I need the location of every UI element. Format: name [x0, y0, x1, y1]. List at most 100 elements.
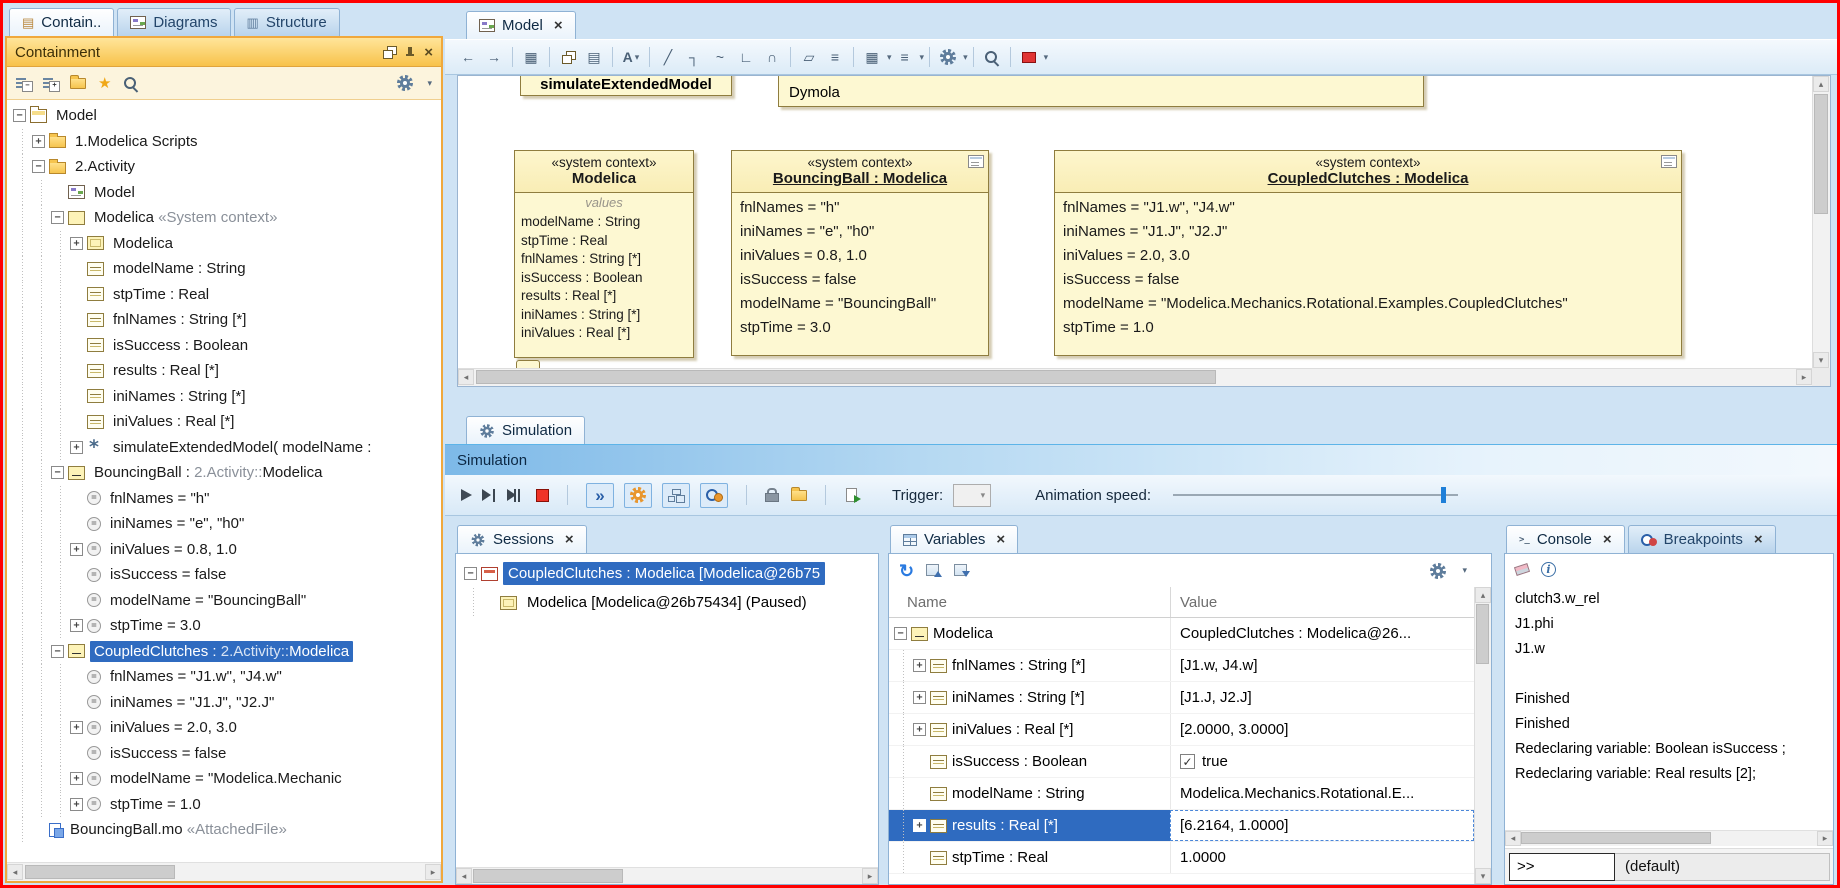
tree-item[interactable]: results : Real [*] [7, 358, 441, 384]
variable-row[interactable]: −ModelicaCoupledClutches : Modelica@26..… [889, 618, 1474, 650]
fast-run-toggle[interactable]: » [586, 483, 614, 508]
arc-style-icon[interactable]: ∩ [759, 45, 785, 70]
tree-item[interactable]: fnlNames : String [*] [7, 307, 441, 333]
tab-console[interactable]: >_ Console × [1506, 525, 1625, 553]
color-swatch-icon[interactable] [1016, 45, 1042, 70]
float-window-icon[interactable] [383, 46, 396, 58]
canvas-vscrollbar[interactable]: ▴ ▾ [1812, 76, 1830, 368]
tree-item[interactable]: iniNames = "e", "h0" [7, 511, 441, 537]
scroll-right-icon[interactable]: ▸ [862, 868, 878, 884]
animation-toggle[interactable] [700, 483, 728, 508]
tree-item[interactable]: +Modelica [7, 231, 441, 257]
tab-structure[interactable]: ▥ Structure [234, 8, 340, 36]
scroll-up-icon[interactable]: ▴ [1475, 587, 1491, 603]
tree-item[interactable]: isSuccess = false [7, 562, 441, 588]
console-output[interactable]: clutch3.w_relJ1.phiJ1.w FinishedFinished… [1505, 587, 1833, 828]
tree-item[interactable]: +1.Modelica Scripts [7, 129, 441, 155]
animation-speed-slider[interactable] [1173, 485, 1458, 505]
tree-item[interactable]: +simulateExtendedModel( modelName : [7, 435, 441, 461]
variable-value-cell[interactable]: [6.2164, 1.0000] [1170, 810, 1474, 841]
shadow-style-icon[interactable]: ▱ [796, 45, 822, 70]
scroll-right-icon[interactable]: ▸ [1796, 369, 1812, 385]
nav-forward-icon[interactable]: → [481, 45, 507, 70]
variable-row[interactable]: +iniValues : Real [*][2.0000, 3.0000] [889, 714, 1474, 746]
tree-item[interactable]: Model [7, 180, 441, 206]
layout-icon[interactable]: ▦ [859, 45, 885, 70]
scrollbar-thumb[interactable] [473, 869, 623, 883]
diagram-options-gear-icon[interactable] [935, 45, 961, 70]
variable-row[interactable]: +fnlNames : String [*][J1.w, J4.w] [889, 650, 1474, 682]
tree-item[interactable]: +iniValues = 0.8, 1.0 [7, 537, 441, 563]
corner-style-icon[interactable]: ┐ [681, 45, 707, 70]
console-scope-select[interactable]: (default) [1615, 853, 1830, 881]
scrollbar-thumb[interactable] [1476, 604, 1489, 664]
sessions-hscrollbar[interactable]: ◂ ▸ [456, 867, 878, 884]
lock-icon[interactable] [765, 488, 777, 502]
open-folder-icon[interactable] [70, 78, 86, 89]
expander-icon[interactable]: − [13, 109, 26, 122]
zoom-search-icon[interactable] [979, 45, 1005, 70]
system-context-box-bouncingball[interactable]: «system context» BouncingBall : Modelica… [731, 150, 989, 356]
scrollbar-thumb[interactable] [1521, 832, 1711, 844]
close-icon[interactable]: × [554, 17, 563, 34]
diagram-canvas[interactable]: simulateExtendedModel Dymola «system con… [458, 76, 1812, 368]
favorites-star-icon[interactable]: ★ [98, 74, 111, 92]
column-header-name[interactable]: Name [889, 587, 1170, 617]
variable-value-cell[interactable]: [J1.w, J4.w] [1170, 650, 1474, 681]
clear-console-icon[interactable] [1514, 563, 1530, 576]
variable-row[interactable]: stpTime : Real1.0000 [889, 842, 1474, 874]
variable-value-cell[interactable]: Modelica.Mechanics.Rotational.E... [1170, 778, 1474, 809]
variable-row[interactable]: modelName : StringModelica.Mechanics.Rot… [889, 778, 1474, 810]
export-table-icon[interactable] [954, 564, 970, 577]
gear-icon[interactable] [397, 75, 413, 91]
tree-item[interactable]: BouncingBall.mo «AttachedFile» [7, 817, 441, 843]
containment-hscrollbar[interactable]: ◂ ▸ [7, 862, 441, 881]
expander-icon[interactable]: + [70, 772, 83, 785]
close-icon[interactable]: × [996, 531, 1005, 548]
open-project-icon[interactable] [791, 490, 807, 501]
scroll-left-icon[interactable]: ◂ [458, 369, 474, 385]
tree-item[interactable]: iniNames = "J1.J", "J2.J" [7, 690, 441, 716]
tree-item[interactable]: stpTime : Real [7, 282, 441, 308]
pin-icon[interactable] [404, 46, 416, 59]
expander-icon[interactable]: − [51, 645, 64, 658]
variable-value-cell[interactable]: [2.0000, 3.0000] [1170, 714, 1474, 745]
element-properties-icon[interactable] [1661, 155, 1677, 168]
tree-item[interactable]: modelName : String [7, 256, 441, 282]
tab-containment[interactable]: ▤ Contain.. [9, 8, 114, 36]
tab-breakpoints[interactable]: Breakpoints × [1628, 525, 1776, 553]
expander-icon[interactable]: + [32, 135, 45, 148]
tree-item[interactable]: isSuccess : Boolean [7, 333, 441, 359]
expander-icon[interactable]: + [70, 543, 83, 556]
variable-name-cell[interactable]: +iniValues : Real [*] [889, 714, 1170, 745]
variable-name-cell[interactable]: +results : Real [*] [889, 810, 1170, 841]
expander-icon[interactable]: + [70, 798, 83, 811]
variable-value-cell[interactable]: ✓true [1170, 746, 1474, 777]
nav-back-icon[interactable]: ← [455, 45, 481, 70]
scroll-left-icon[interactable]: ◂ [1505, 831, 1521, 846]
run-icon[interactable] [461, 489, 472, 501]
expander-icon[interactable]: + [70, 721, 83, 734]
scroll-down-icon[interactable]: ▾ [1475, 868, 1491, 884]
search-icon[interactable] [123, 76, 138, 91]
session-item[interactable]: Modelica [Modelica@26b75434] (Paused) [456, 588, 878, 617]
partial-shape[interactable] [516, 360, 540, 368]
tree-item[interactable]: −2.Activity [7, 154, 441, 180]
ui-hierarchy-toggle[interactable] [662, 483, 690, 508]
partial-box-simulate-extended-model[interactable]: simulateExtendedModel [520, 76, 732, 96]
checkbox-checked-icon[interactable]: ✓ [1180, 754, 1195, 769]
tab-simulation[interactable]: Simulation [466, 416, 585, 444]
tab-diagrams[interactable]: Diagrams [117, 8, 230, 36]
close-icon[interactable]: × [565, 531, 574, 548]
scrollbar-thumb[interactable] [25, 865, 175, 879]
font-style-icon[interactable]: A▾ [618, 45, 644, 70]
compartments-icon[interactable]: ≡ [822, 45, 848, 70]
simulation-config-toggle[interactable] [624, 483, 652, 508]
tree-item[interactable]: modelName = "BouncingBall" [7, 588, 441, 614]
tree-item[interactable]: fnlNames = "J1.w", "J4.w" [7, 664, 441, 690]
console-prompt-input[interactable]: >> [1509, 853, 1615, 881]
step-over-icon[interactable] [507, 489, 522, 502]
tree-item[interactable]: −BouncingBall : 2.Activity::Modelica [7, 460, 441, 486]
show-in-tree-icon[interactable] [926, 564, 942, 577]
variable-row[interactable]: +iniNames : String [*][J1.J, J2.J] [889, 682, 1474, 714]
